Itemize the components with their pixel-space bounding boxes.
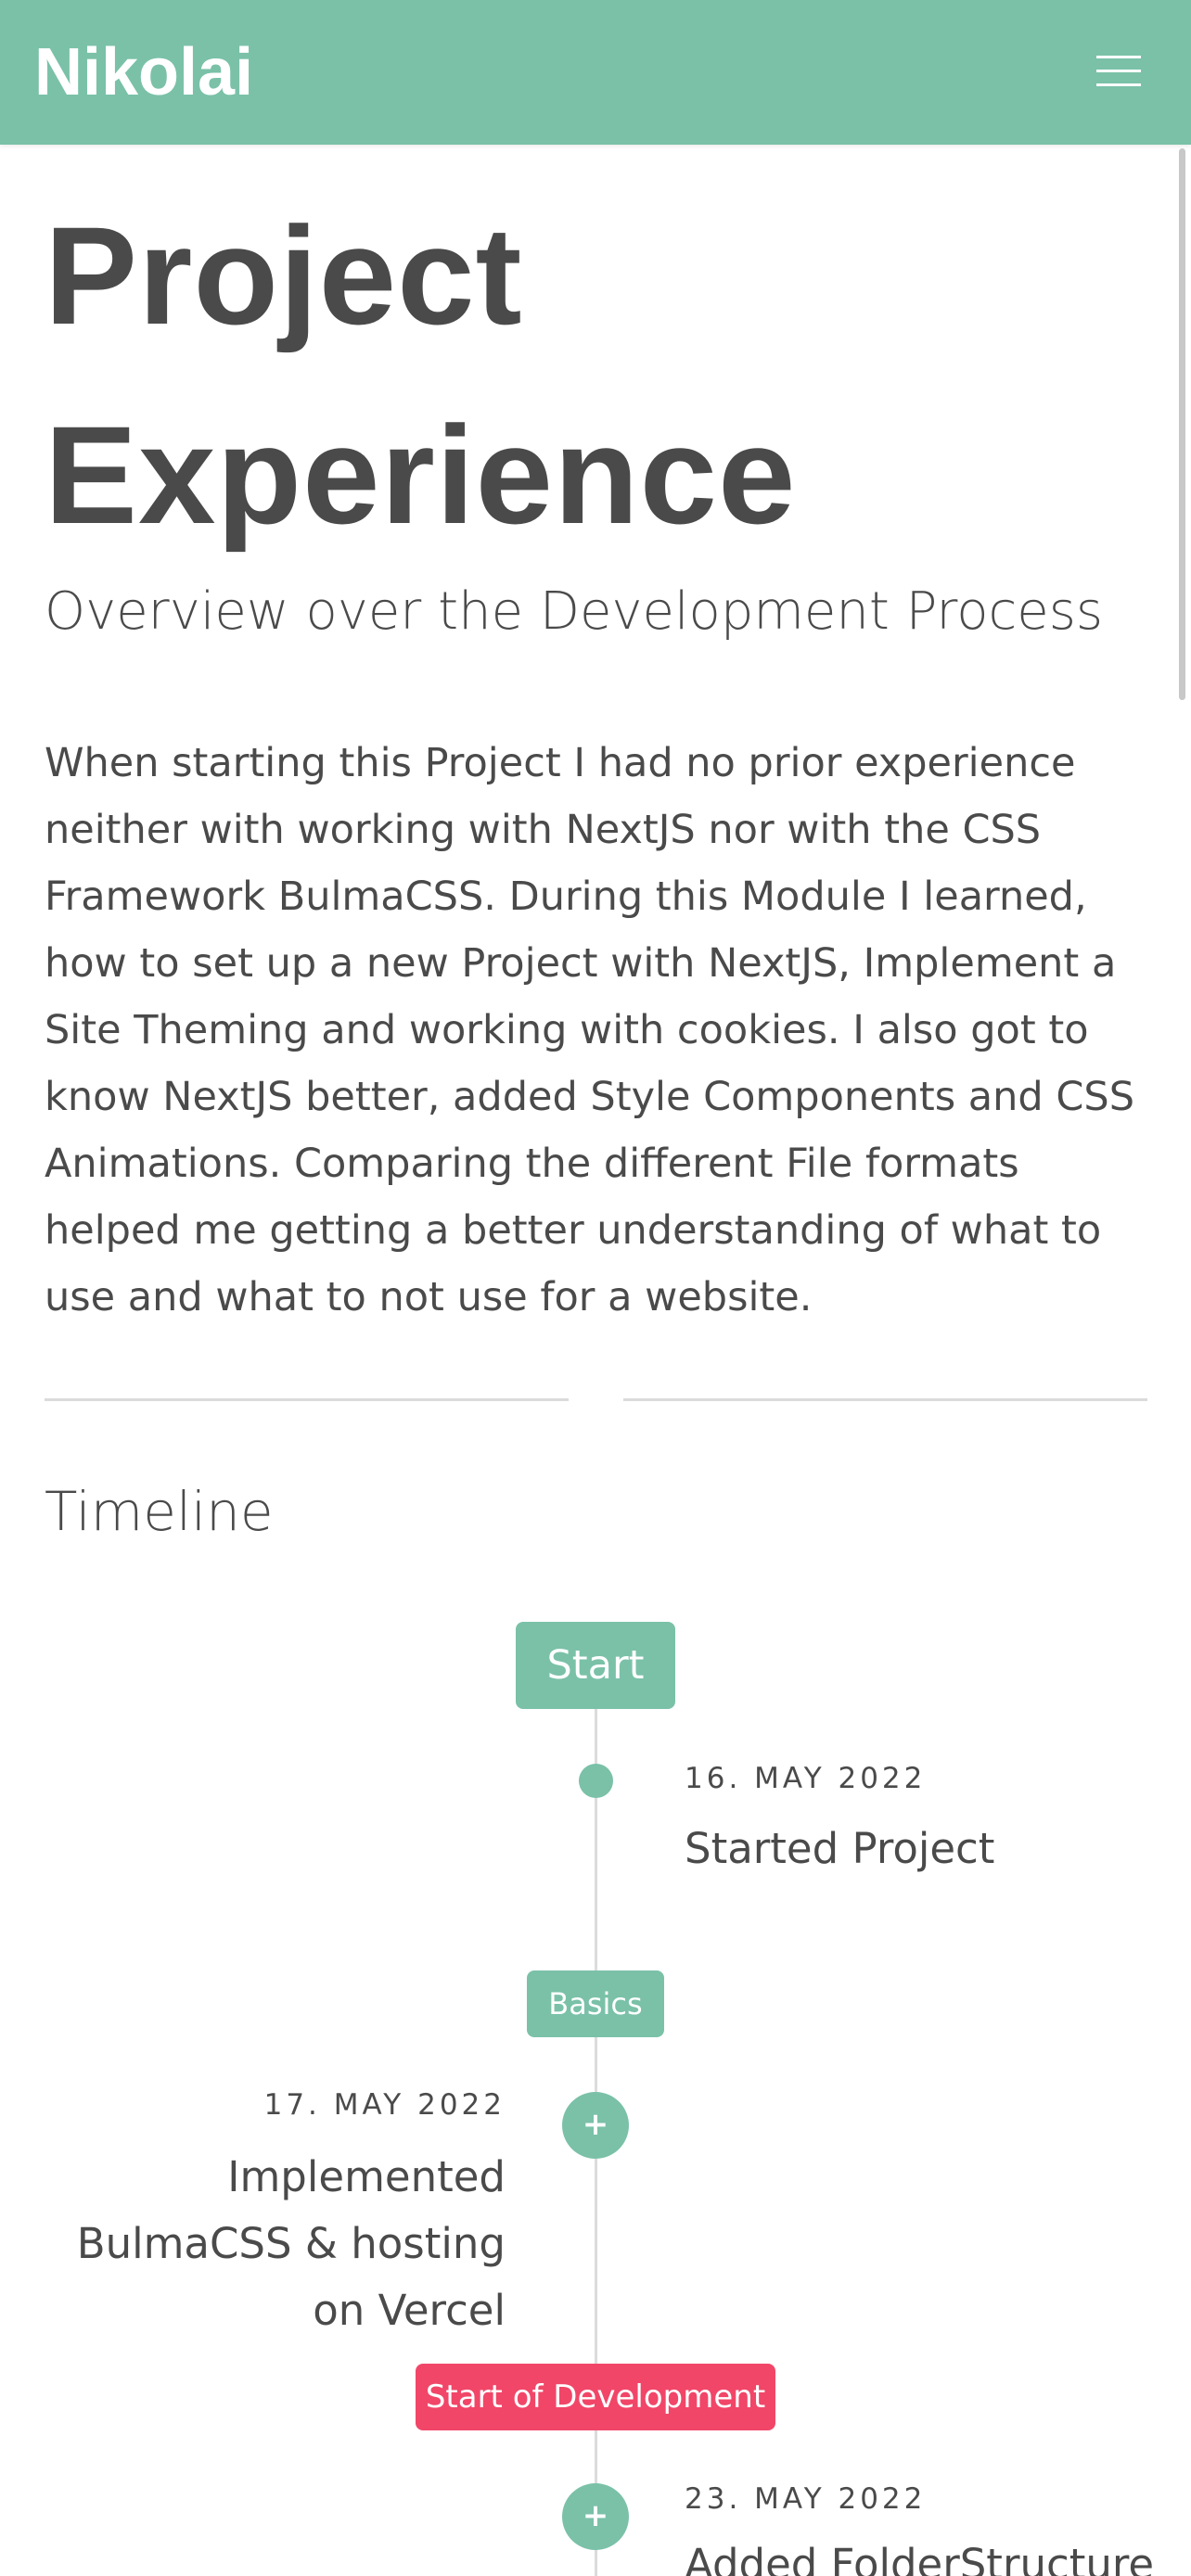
plus-icon: + [562,2483,629,2550]
timeline-heading: Timeline [45,1480,274,1543]
plus-icon: + [562,2092,629,2159]
page-subtitle: Overview over the Development Process [45,581,1104,642]
burger-line [1096,70,1141,72]
timeline-marker-dot [579,1764,613,1798]
timeline-tag-development: Start of Development [416,2364,775,2430]
divider-left [45,1398,569,1401]
timeline-item-date: 17. MAY 2022 [263,2088,506,2122]
navbar: Nikolai [0,0,1191,145]
page-title: Project Experience [45,198,797,553]
page: Nikolai Project Experience Overview over… [0,0,1191,2576]
timeline-item-date: 23. MAY 2022 [685,2482,927,2516]
brand-logo[interactable]: Nikolai [34,28,253,117]
hamburger-menu-icon[interactable] [1076,46,1161,98]
burger-line [1096,83,1141,86]
timeline-tag-basics: Basics [527,1970,664,2037]
timeline-item-text: Implemented BulmaCSS & hosting on Vercel [76,2152,506,2335]
timeline-item-date: 16. MAY 2022 [685,1762,927,1795]
intro-paragraph: When starting this Project I had no prio… [45,740,1134,1320]
divider-right [623,1398,1147,1401]
timeline-item-text: Started Project [685,1824,995,1873]
scrollbar-thumb[interactable] [1179,148,1185,700]
timeline-item-text: Added FolderStructure [685,2540,1155,2576]
burger-line [1096,56,1141,58]
timeline-tag-start: Start [516,1622,675,1709]
